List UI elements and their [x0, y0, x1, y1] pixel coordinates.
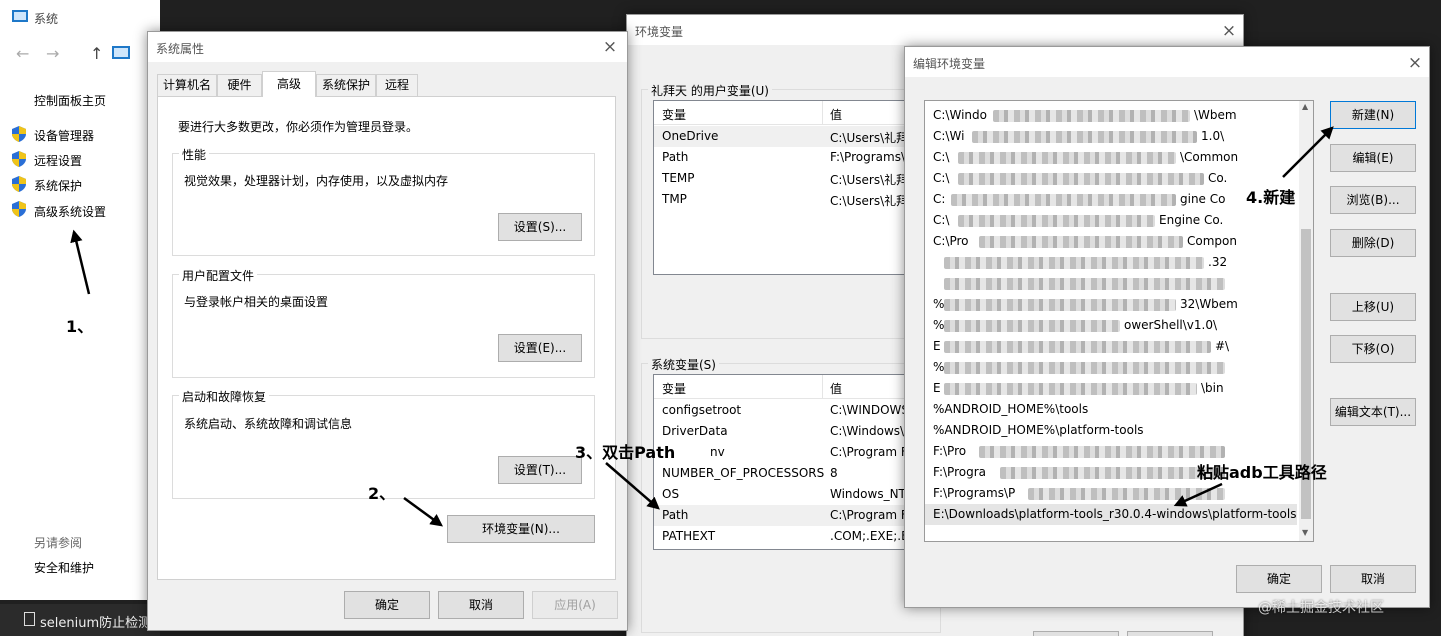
- annotation-paste-note: 粘贴adb工具路径: [1197, 463, 1327, 482]
- arrow-step2: [403, 496, 444, 527]
- annotation-step2: 2、: [368, 484, 396, 503]
- annotation-step1: 1、: [66, 317, 94, 336]
- tab-advanced[interactable]: 高级: [262, 71, 316, 97]
- arrow-step1: [70, 229, 91, 295]
- arrow-step3: [605, 462, 660, 510]
- arrow-step4: [1282, 126, 1334, 178]
- arrow-paste: [1173, 482, 1223, 507]
- annotation-step4: 4.新建: [1246, 188, 1296, 207]
- annotation-step3: 3、双击Path: [575, 443, 676, 462]
- watermark: @稀土掘金技术社区: [1258, 600, 1384, 616]
- annotation-arrows: [70, 126, 1334, 527]
- tab-label: 高级: [276, 77, 301, 91]
